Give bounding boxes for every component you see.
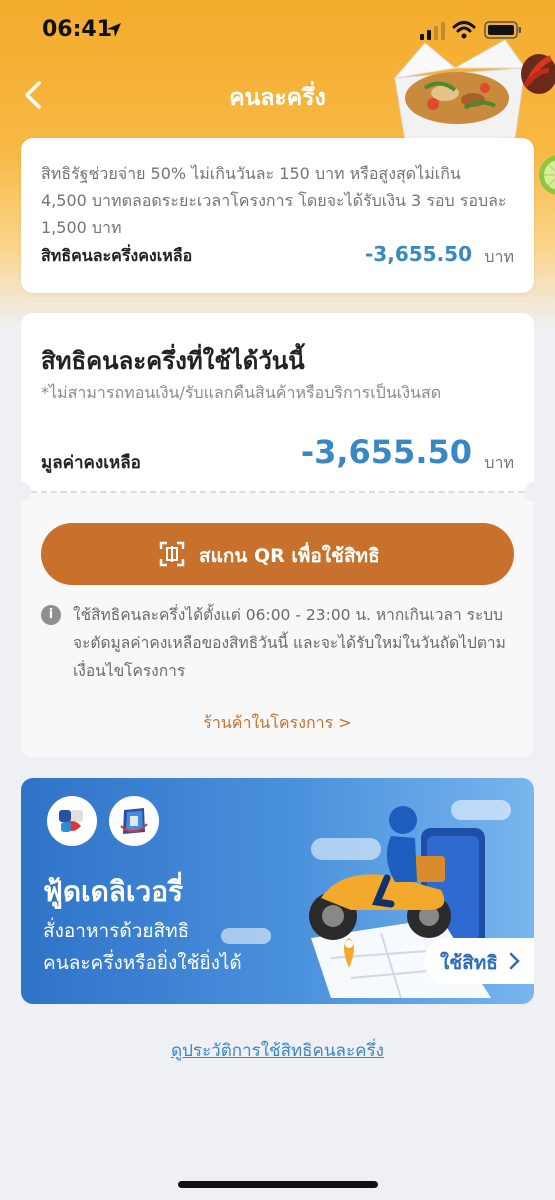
usage-hours-info: ใช้สิทธิคนละครึ่งได้ตั้งแต่ 06:00 - 23:0…	[73, 606, 506, 680]
usage-history-link[interactable]: ดูประวัติการใช้สิทธิคนละครึ่ง	[0, 1037, 555, 1064]
today-rights-lower-section: สแกน QR เพื่อใช้สิทธิ i ใช้สิทธิคนละครึ่…	[21, 493, 534, 758]
summary-description: สิทธิรัฐช่วยจ่าย 50% ไม่เกินวันละ 150 บา…	[41, 164, 507, 237]
cloud-decoration	[221, 928, 271, 944]
remaining-label: สิทธิคนละครึ่งคงเหลือ	[41, 246, 193, 265]
info-icon: i	[41, 605, 61, 625]
banner-subtitle-line1: สั่งอาหารด้วยสิทธิ	[43, 920, 190, 942]
banner-subtitle-line2: คนละครึ่งหรือยิ่งใช้ยิ่งได้	[43, 952, 242, 974]
battery-icon	[484, 21, 521, 39]
balance-amount: -3,655.50	[300, 433, 472, 471]
today-rights-card: สิทธิคนละครึ่งที่ใช้ได้วันนี้ *ไม่สามารถ…	[11, 313, 544, 758]
status-time: 06:41	[42, 17, 113, 42]
use-rights-button[interactable]: ใช้สิทธิ	[424, 938, 534, 984]
today-rights-note: *ไม่สามารถทอนเงิน/รับแลกคืนสินค้าหรือบริ…	[41, 383, 442, 402]
scan-qr-button[interactable]: สแกน QR เพื่อใช้สิทธิ	[41, 523, 514, 585]
ticket-notch-right	[524, 482, 544, 502]
use-rights-label: ใช้สิทธิ	[440, 952, 498, 974]
remaining-amount: -3,655.50	[365, 242, 472, 266]
remaining-unit: บาท	[484, 247, 514, 266]
page-title: คนละครึ่ง	[229, 85, 326, 111]
wifi-icon	[452, 21, 476, 39]
banner-title: ฟู้ดเดลิเวอรี่	[43, 875, 184, 908]
status-bar: 06:41	[0, 0, 555, 60]
location-arrow-icon	[107, 23, 121, 37]
government-app-logo-icon	[109, 796, 159, 846]
summary-card: สิทธิรัฐช่วยจ่าย 50% ไม่เกินวันละ 150 บา…	[21, 138, 534, 293]
chevron-right-icon	[509, 952, 520, 970]
participating-shops-link[interactable]: ร้านค้าในโครงการ >	[21, 711, 534, 736]
ticket-divider	[21, 491, 534, 493]
scan-qr-label: สแกน QR เพื่อใช้สิทธิ	[199, 545, 380, 567]
half-half-logo-icon	[47, 796, 97, 846]
balance-label: มูลค่าคงเหลือ	[41, 453, 141, 473]
ticket-notch-left	[11, 482, 31, 502]
today-rights-title: สิทธิคนละครึ่งที่ใช้ได้วันนี้	[41, 347, 305, 375]
lime-image	[539, 155, 555, 195]
cellular-signal-icon	[420, 22, 445, 40]
food-delivery-banner[interactable]: ฟู้ดเดลิเวอรี่ สั่งอาหารด้วยสิทธิ คนละคร…	[21, 778, 534, 1004]
home-indicator	[178, 1181, 378, 1188]
balance-unit: บาท	[484, 453, 514, 472]
qr-scan-icon	[159, 541, 185, 567]
